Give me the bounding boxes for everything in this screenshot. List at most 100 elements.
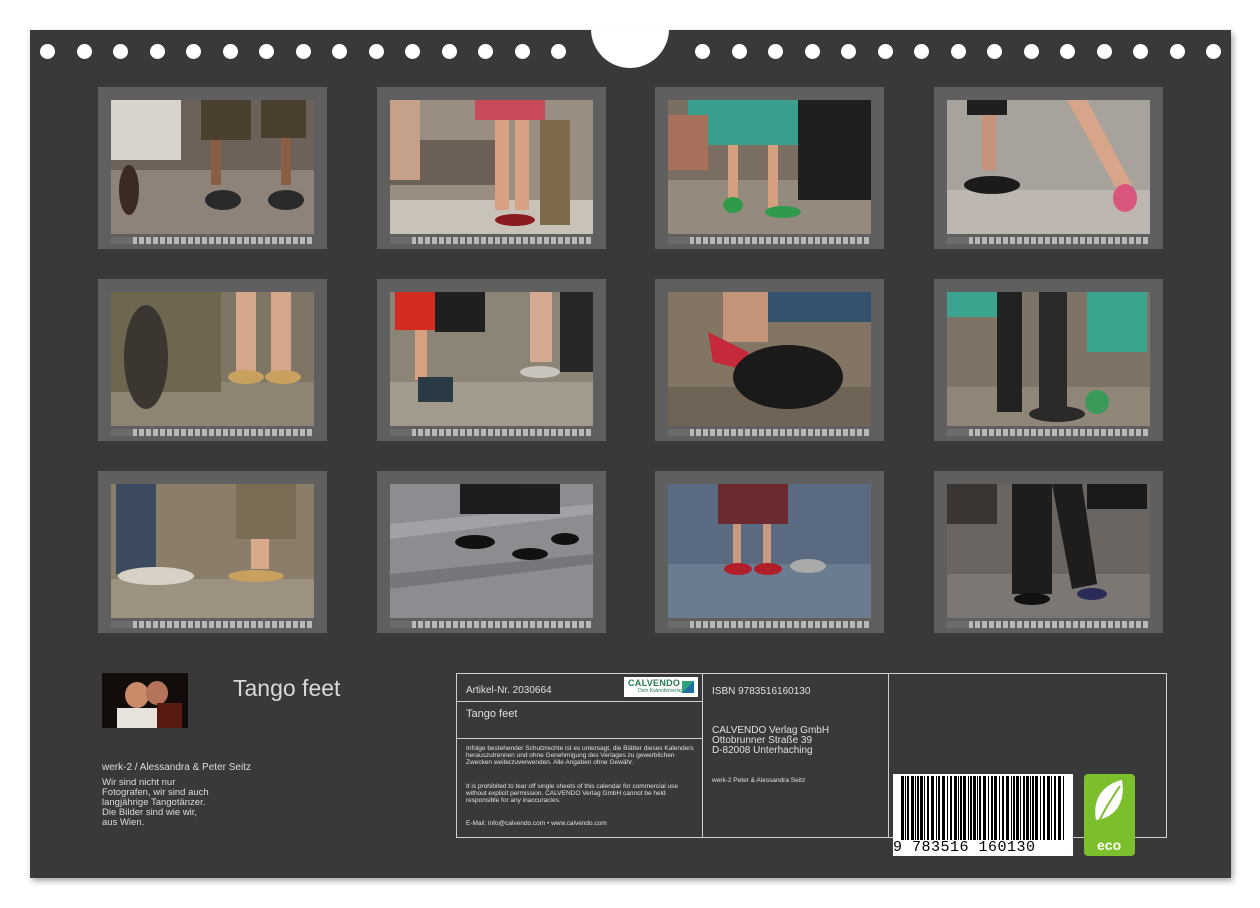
photo-stone-floor: [390, 484, 593, 618]
isbn: ISBN 9783516160130: [712, 686, 811, 697]
barcode-bar: [901, 776, 904, 840]
barcode-digits: 9 783516 160130: [893, 839, 1036, 856]
title-row: [456, 701, 703, 739]
bio-line: aus Wien.: [102, 817, 145, 828]
barcode-bar: [1011, 776, 1012, 840]
photo-child-red-shorts: [390, 292, 593, 426]
barcode-bar: [927, 776, 929, 840]
binding-hole: [841, 44, 856, 59]
month-thumbnail-7: [655, 279, 884, 441]
barcode-bar: [917, 776, 919, 840]
photo-teal-dress: [947, 292, 1150, 426]
month-grid-strip: [111, 429, 314, 436]
barcode-bar: [1020, 776, 1021, 840]
barcode-bar: [911, 776, 914, 840]
barcode-bar: [931, 776, 934, 840]
hanger-notch: [591, 28, 669, 68]
month-thumbnail-3: [655, 87, 884, 249]
logo-text: CALVENDO: [628, 678, 681, 688]
barcode-bar: [968, 776, 969, 840]
binding-hole: [76, 44, 92, 59]
barcode-bar: [938, 776, 940, 840]
binding-hole: [478, 44, 493, 59]
barcode-bar: [915, 776, 916, 840]
binding-hole: [186, 44, 201, 59]
barcode-bar: [1054, 776, 1056, 840]
month-grid-strip: [390, 621, 593, 628]
barcode-bar: [979, 776, 981, 840]
month-grid-strip: [111, 621, 314, 628]
barcode-bar: [920, 776, 923, 840]
publisher-info-box: Artikel-Nr. 2030664 CALVENDO Dein Kalend…: [456, 673, 1167, 856]
barcode-bar: [942, 776, 945, 840]
barcode-bar: [1013, 776, 1015, 840]
binding-hole: [113, 44, 128, 59]
binding-hole: [1023, 44, 1039, 59]
photo-shoe-sole: [111, 292, 314, 426]
barcode-bar: [983, 776, 986, 840]
binding-hole: [1169, 44, 1185, 59]
barcode-bar: [973, 776, 976, 840]
legal-text-de: Infolge bestehender Schutzrechte ist es …: [466, 745, 694, 766]
binding-hole: [877, 44, 893, 59]
month-thumbnail-1: [98, 87, 327, 249]
binding-hole: [40, 44, 55, 59]
barcode-bar: [1063, 776, 1064, 840]
contact-line: E-Mail: info@calvendo.com • www.calvendo…: [466, 820, 607, 827]
photo-sneaker-red-heel: [668, 292, 871, 426]
photo-jeans-heels: [111, 484, 314, 618]
barcode-bar: [994, 776, 997, 840]
leaf-icon: [1095, 780, 1123, 825]
month-grid-strip: [668, 237, 871, 244]
barcode-bar: [1016, 776, 1019, 840]
month-grid-strip: [947, 429, 1150, 436]
binding-hole: [551, 44, 566, 59]
photo-dark-trousers: [947, 484, 1150, 618]
barcode-bar: [1006, 776, 1009, 840]
barcode-bar: [999, 776, 1000, 840]
barcode-bar: [1047, 776, 1050, 840]
barcode-bar: [1030, 776, 1031, 840]
binding-hole: [987, 44, 1002, 59]
month-grid-strip: [111, 237, 314, 244]
barcode-bar: [1002, 776, 1004, 840]
month-grid-strip: [390, 237, 593, 244]
calvendo-logo: CALVENDO Dein Kalenderverlag: [624, 677, 698, 697]
photo-dancers-sneakers: [111, 100, 314, 234]
barcode-bar: [1043, 776, 1045, 840]
barcode-bar: [1040, 776, 1041, 840]
binding-hole: [768, 44, 783, 59]
barcode-bar: [960, 776, 962, 840]
barcode-bar: [958, 776, 959, 840]
barcode-bar: [936, 776, 937, 840]
month-thumbnail-5: [98, 279, 327, 441]
binding-hole: [1133, 44, 1148, 59]
barcode-bar: [1032, 776, 1034, 840]
month-thumbnail-9: [98, 471, 327, 633]
month-thumbnail-10: [377, 471, 606, 633]
barcode-bar: [1051, 776, 1052, 840]
photo-red-heels: [390, 100, 593, 234]
binding-hole: [514, 44, 530, 59]
binding-hole: [441, 44, 457, 59]
article-number: Artikel-Nr. 2030664: [466, 685, 552, 696]
barcode-bar: [1058, 776, 1061, 840]
binding-hole: [1060, 44, 1075, 59]
binding-hole: [1096, 44, 1112, 59]
author-name: werk-2 / Alessandra & Peter Seitz: [102, 762, 251, 773]
box-title: Tango feet: [466, 708, 518, 720]
binding-hole: [222, 44, 238, 59]
barcode-bar: [954, 776, 957, 840]
barcode-bar: [950, 776, 952, 840]
barcode-bar: [963, 776, 966, 840]
barcode-bars: [901, 776, 1064, 840]
barcode-bar: [905, 776, 906, 840]
month-thumbnail-2: [377, 87, 606, 249]
binding-hole: [914, 44, 929, 59]
month-grid-strip: [668, 621, 871, 628]
month-thumbnail-6: [377, 279, 606, 441]
month-grid-strip: [390, 429, 593, 436]
month-thumbnail-12: [934, 471, 1163, 633]
eco-label: eco: [1097, 837, 1122, 853]
binding-hole: [295, 44, 311, 59]
